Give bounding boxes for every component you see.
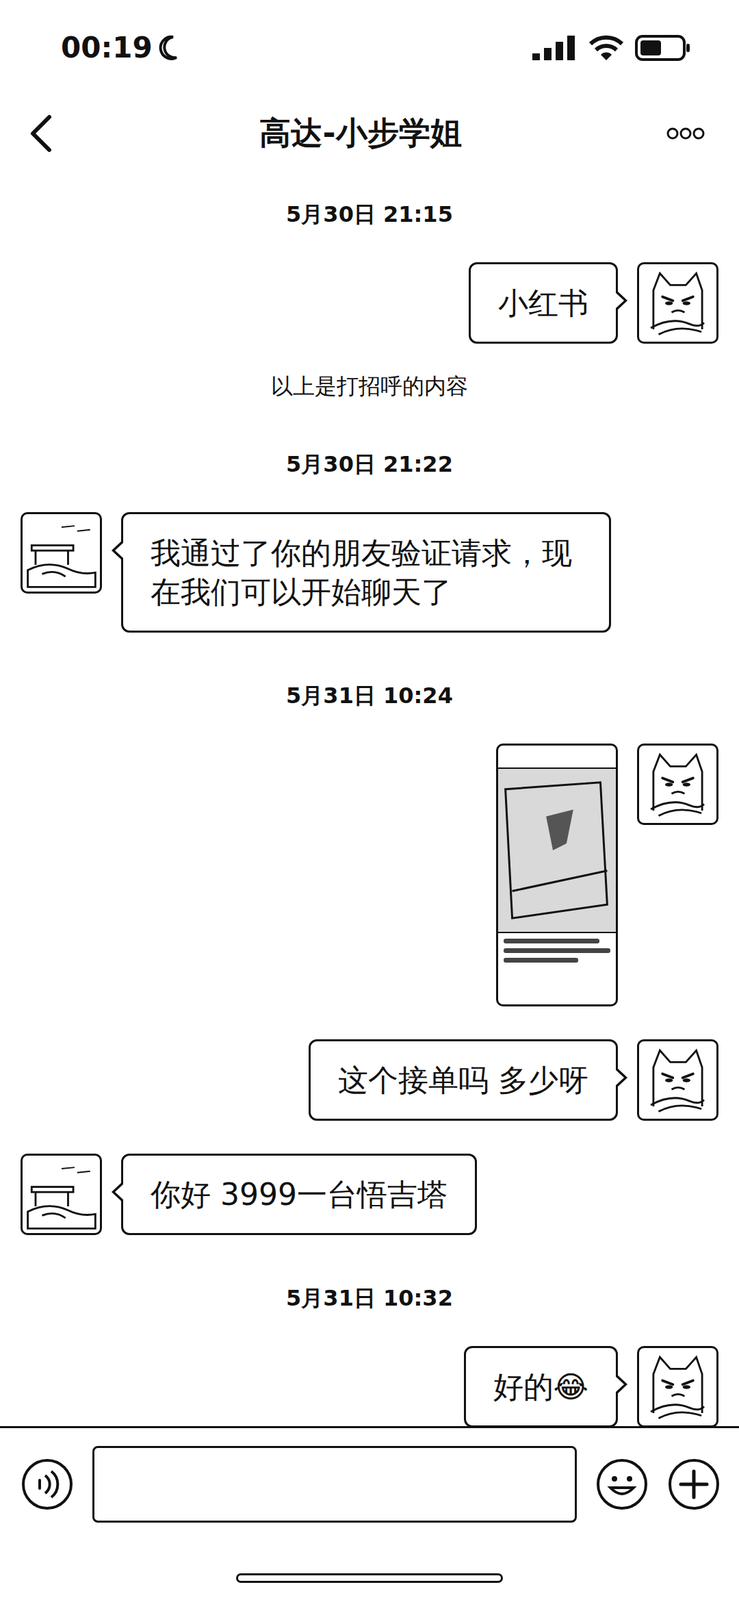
my-avatar[interactable] (637, 743, 719, 825)
status-right (530, 34, 692, 62)
voice-button[interactable] (20, 1456, 74, 1511)
plus-icon (667, 1456, 721, 1511)
emoji-button[interactable] (595, 1456, 649, 1511)
my-avatar[interactable] (637, 1038, 719, 1121)
landscape-avatar-icon (22, 513, 100, 592)
emoji-icon (595, 1456, 649, 1511)
message-bubble[interactable]: 这个接单吗 多少呀 (308, 1038, 618, 1121)
clock: 00:19 (60, 30, 153, 66)
back-icon[interactable] (27, 114, 55, 153)
plus-button[interactable] (667, 1456, 721, 1511)
timestamp: 5月30日 21:22 (20, 448, 719, 479)
battery-icon (634, 34, 692, 62)
home-area (0, 1539, 739, 1600)
voice-icon (20, 1456, 74, 1511)
status-bar: 00:19 (0, 0, 739, 96)
message-row: 好的😂 (20, 1345, 719, 1426)
caption-line (503, 938, 600, 943)
message-bubble[interactable]: 好的😂 (463, 1345, 618, 1426)
system-notice: 以上是打招呼的内容 (20, 370, 719, 401)
screenshot-photo (498, 768, 616, 933)
home-indicator[interactable] (236, 1572, 503, 1583)
message-row (20, 743, 719, 1006)
cat-avatar-icon (639, 745, 717, 823)
message-row: 这个接单吗 多少呀 (20, 1038, 719, 1121)
signal-icon (530, 34, 578, 62)
my-avatar[interactable] (637, 1345, 719, 1426)
message-row: 你好 3999一台悟吉塔 (20, 1152, 719, 1235)
contact-avatar[interactable] (20, 511, 102, 594)
chat-title: 高达-小步学姐 (259, 113, 462, 154)
screenshot-top-bar (498, 745, 616, 769)
message-bubble[interactable]: 我通过了你的朋友验证请求，现在我们可以开始聊天了 (121, 511, 612, 633)
landscape-avatar-icon (22, 1155, 100, 1233)
cat-avatar-icon (639, 1040, 717, 1119)
message-input[interactable] (92, 1445, 577, 1522)
message-row: 小红书 (20, 262, 719, 344)
status-left: 00:19 (60, 30, 179, 66)
nav-bar: 高达-小步学姐 (0, 95, 739, 172)
timestamp: 5月30日 21:15 (20, 199, 719, 230)
image-message[interactable] (496, 743, 618, 1006)
caption-line (503, 957, 579, 963)
caption-line (503, 947, 611, 953)
message-bubble[interactable]: 小红书 (468, 262, 618, 344)
cat-avatar-icon (639, 264, 717, 342)
cat-avatar-icon (639, 1347, 717, 1425)
timestamp: 5月31日 10:32 (20, 1282, 719, 1313)
moon-icon (158, 34, 179, 61)
chat-screen: 00:19 高达-小步学姐 5月30日 21:15小红书以上是打招呼的内容5月3… (0, 0, 739, 1600)
message-list: 5月30日 21:15 小红书以上是打招呼的内容 5月30日 21:22 我通过了你的… (0, 171, 739, 1426)
contact-avatar[interactable] (20, 1152, 102, 1235)
more-icon[interactable] (666, 126, 705, 141)
my-avatar[interactable] (637, 262, 719, 344)
message-bubble[interactable]: 你好 3999一台悟吉塔 (121, 1152, 477, 1235)
wifi-icon (588, 34, 625, 62)
screenshot-caption (498, 932, 616, 968)
timestamp: 5月31日 10:24 (20, 680, 719, 711)
message-row: 我通过了你的朋友验证请求，现在我们可以开始聊天了 (20, 511, 719, 633)
photo-icon (498, 768, 616, 932)
input-bar (0, 1425, 739, 1540)
